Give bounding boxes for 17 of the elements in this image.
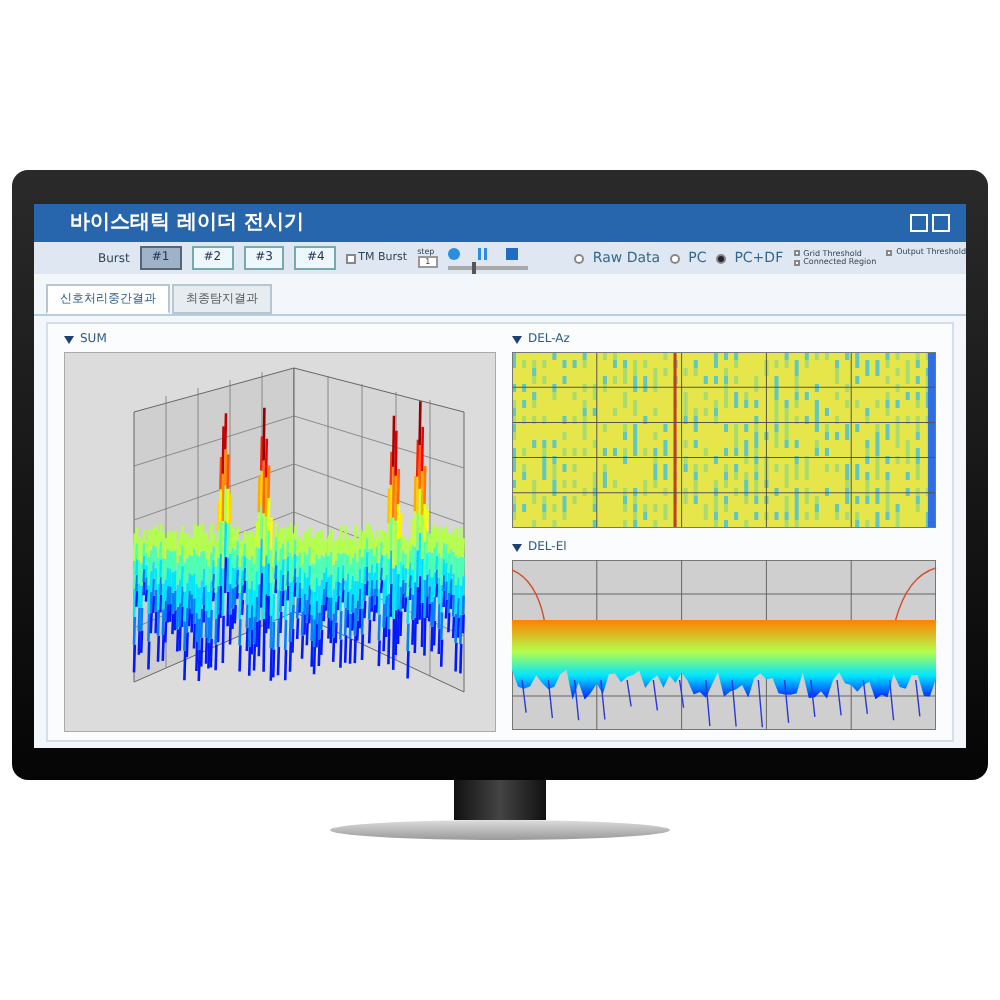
collapse-icon[interactable]	[64, 336, 74, 344]
pause-icon[interactable]	[478, 247, 489, 259]
play-icon[interactable]	[448, 247, 461, 259]
stop-icon[interactable]	[506, 247, 519, 259]
checkbox[interactable]	[346, 253, 357, 263]
monitor-stand	[454, 780, 546, 820]
close-button[interactable]	[932, 214, 950, 232]
minimize-button[interactable]	[910, 214, 928, 232]
radio-button[interactable]	[574, 253, 585, 263]
checkbox[interactable]	[793, 250, 800, 257]
radio-button[interactable]	[670, 253, 681, 263]
collapse-icon[interactable]	[512, 544, 522, 552]
radio-button[interactable]	[716, 253, 727, 263]
collapse-icon[interactable]	[512, 336, 522, 344]
checkbox[interactable]	[793, 259, 800, 266]
window-title: 바이스태틱 레이더 전시기	[70, 210, 306, 238]
checkbox[interactable]	[886, 249, 893, 255]
